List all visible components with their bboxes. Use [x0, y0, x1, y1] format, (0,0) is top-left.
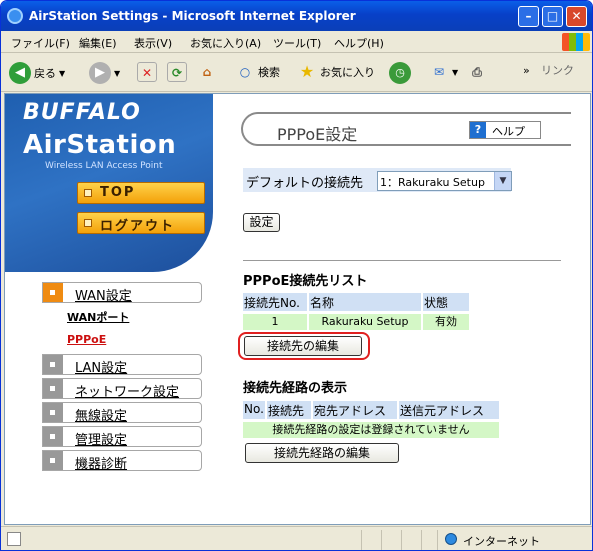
chevron-more-icon[interactable]: »: [523, 64, 530, 77]
globe-icon: [445, 533, 457, 545]
list-header-name: 名称: [309, 293, 421, 311]
main-panel: PPPoE設定 ? ヘルプ デフォルトの接続先 1：Rakuraku Setup…: [213, 94, 590, 524]
forward-arrow-icon: ▶: [89, 62, 111, 84]
set-button[interactable]: 設定: [243, 213, 280, 232]
status-bar: インターネット: [1, 526, 592, 550]
window-title: AirStation Settings - Microsoft Internet…: [29, 9, 356, 23]
default-connection-value: 1：Rakuraku Setup: [380, 176, 485, 189]
forward-button[interactable]: ▶ ▼: [89, 62, 120, 84]
route-header-dest: 宛先アドレス: [313, 401, 397, 419]
nav-marker-icon: [43, 427, 63, 446]
chevron-down-icon[interactable]: ▼: [494, 172, 511, 190]
favorites-button[interactable]: ★ お気に入り: [297, 62, 375, 82]
product-tagline: Wireless LAN Access Point: [45, 161, 163, 171]
route-heading: 接続先経路の表示: [243, 381, 348, 396]
pppoe-list-heading: PPPoE接続先リスト: [243, 274, 368, 289]
bullet-icon: [84, 189, 92, 197]
help-icon: ?: [470, 122, 486, 138]
route-empty-message: 接続先経路の設定は登録されていません: [243, 422, 499, 438]
page-title: PPPoE設定: [277, 125, 358, 144]
bullet-icon: [84, 219, 92, 227]
list-header-status: 状態: [423, 293, 469, 311]
list-cell-no: 1: [243, 314, 307, 330]
history-button[interactable]: ◷: [389, 62, 411, 84]
sublink-wan-port[interactable]: WANポート: [67, 309, 129, 325]
divider: [243, 260, 561, 261]
stop-button[interactable]: ✕: [137, 62, 157, 82]
brand-panel: BUFFALO AirStation Wireless LAN Access P…: [5, 94, 213, 272]
list-header-no: 接続先No.: [243, 293, 307, 311]
nav-wan-settings[interactable]: WAN設定: [42, 282, 202, 304]
search-label: 検索: [258, 66, 280, 79]
printer-icon: ⎙: [472, 65, 482, 79]
zone-label: インターネット: [463, 535, 540, 548]
menu-view[interactable]: 表示(V): [134, 35, 172, 51]
menu-help[interactable]: ヘルプ(H): [334, 35, 384, 51]
route-header-src: 送信元アドレス: [399, 401, 499, 419]
close-button[interactable]: ✕: [566, 6, 587, 27]
menu-file[interactable]: ファイル(F): [11, 35, 70, 51]
toolbar: ◀ 戻る ▼ ▶ ▼ ✕ ⟳ ⌂ ○ 検索 ★ お気に入り ◷ ✉ ▼ ⎙ » …: [1, 54, 592, 92]
back-button[interactable]: ◀ 戻る ▼: [9, 62, 65, 84]
maximize-button[interactable]: □: [542, 6, 563, 27]
refresh-button[interactable]: ⟳: [167, 62, 187, 82]
history-icon: ◷: [389, 62, 411, 84]
help-button[interactable]: ? ヘルプ: [469, 121, 541, 139]
nav-diagnostics[interactable]: 機器診断: [42, 450, 202, 472]
nav-admin-settings[interactable]: 管理設定: [42, 426, 202, 448]
nav-marker-icon: [43, 379, 63, 398]
logout-button[interactable]: ログアウト: [77, 212, 205, 234]
list-cell-status: 有効: [423, 314, 469, 330]
menu-bar: ファイル(F) 編集(E) 表示(V) お気に入り(A) ツール(T) ヘルプ(…: [1, 31, 592, 53]
windows-logo-icon: [562, 33, 590, 51]
list-cell-name: Rakuraku Setup: [309, 314, 421, 330]
favorites-label: お気に入り: [320, 66, 375, 79]
page-title-box: PPPoE設定 ? ヘルプ: [241, 112, 571, 146]
home-button[interactable]: ⌂: [197, 62, 217, 82]
sidebar: BUFFALO AirStation Wireless LAN Access P…: [5, 94, 213, 524]
search-icon: ○: [239, 65, 251, 79]
nav-wireless-settings[interactable]: 無線設定: [42, 402, 202, 424]
mail-icon: ✉: [433, 65, 445, 79]
menu-tools[interactable]: ツール(T): [273, 35, 321, 51]
menu-favorites[interactable]: お気に入り(A): [190, 35, 261, 51]
page-content: BUFFALO AirStation Wireless LAN Access P…: [4, 93, 591, 525]
ie-logo-icon: [7, 8, 23, 24]
back-arrow-icon: ◀: [9, 62, 31, 84]
edit-route-button[interactable]: 接続先経路の編集: [245, 443, 399, 463]
stop-icon: ✕: [137, 62, 157, 82]
page-icon: [7, 532, 21, 546]
edit-connection-button[interactable]: 接続先の編集: [244, 336, 362, 356]
nav-network-settings[interactable]: ネットワーク設定: [42, 378, 202, 400]
links-label[interactable]: リンク: [541, 62, 574, 78]
minimize-button[interactable]: –: [518, 6, 539, 27]
nav-marker-icon: [43, 355, 63, 374]
back-label: 戻る: [34, 67, 56, 80]
buffalo-logo: BUFFALO: [23, 100, 141, 125]
route-header-no: No.: [243, 401, 265, 419]
route-header-conn: 接続先: [267, 401, 311, 419]
title-bar: AirStation Settings - Microsoft Internet…: [1, 1, 592, 31]
nav-marker-icon: [43, 403, 63, 422]
nav-marker-icon: [43, 451, 63, 470]
print-button[interactable]: ⎙: [467, 62, 487, 82]
default-connection-label: デフォルトの接続先: [246, 176, 364, 191]
top-button[interactable]: TOP: [77, 182, 205, 204]
home-icon: ⌂: [202, 65, 212, 79]
mail-button[interactable]: ✉ ▼: [429, 62, 458, 82]
refresh-icon: ⟳: [167, 62, 187, 82]
menu-edit[interactable]: 編集(E): [79, 35, 117, 51]
star-icon: ★: [299, 62, 315, 81]
sublink-pppoe[interactable]: PPPoE: [67, 333, 106, 346]
browser-window: AirStation Settings - Microsoft Internet…: [0, 0, 593, 551]
airstation-logo: AirStation: [23, 130, 177, 160]
nav-lan-settings[interactable]: LAN設定: [42, 354, 202, 376]
search-button[interactable]: ○ 検索: [235, 62, 280, 82]
default-connection-select[interactable]: 1：Rakuraku Setup ▼: [377, 171, 512, 191]
nav-marker-icon: [43, 283, 63, 302]
